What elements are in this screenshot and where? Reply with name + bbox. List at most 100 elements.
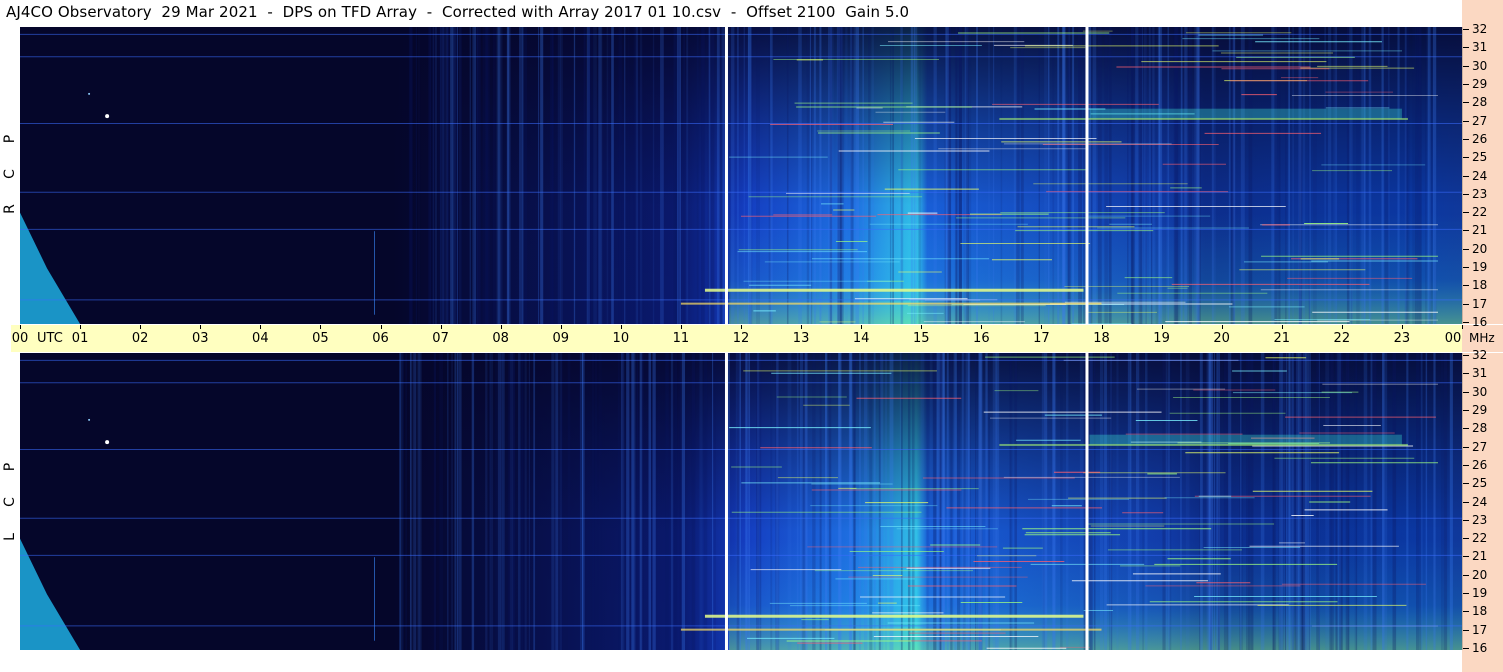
vertical-stripe [1429,27,1433,324]
vertical-stripe [696,27,699,324]
vertical-stripe [1174,27,1179,324]
vertical-stripe [551,353,555,650]
vertical-stripe [1233,27,1236,324]
vertical-stripe [926,353,929,650]
time-tick [1401,325,1403,329]
pol-letter: P [2,462,18,472]
frequency-tick [1463,501,1469,503]
vertical-stripe [611,27,614,324]
frequency-axis-lcp: 32 31 30 29 28 27 26 25 24 23 22 21 20 19 18 17 16 [1462,348,1503,655]
vertical-stripe [1271,27,1275,324]
frequency-tick-label: 30 [1472,58,1488,73]
time-tick-label: 07 [432,331,449,346]
vertical-stripe [1324,27,1326,324]
vertical-stripe [993,27,995,324]
vertical-stripe [813,27,816,324]
vertical-stripe [1180,27,1183,324]
vertical-stripe [953,353,957,650]
vertical-stripe [1038,27,1040,324]
vertical-stripe [677,27,680,324]
frequency-tick [1463,519,1469,521]
vertical-stripe [1104,353,1107,650]
frequency-tick [1463,65,1469,67]
time-tick-label: 23 [1393,331,1411,346]
frequency-tick-label: 32 [1472,348,1488,362]
frequency-tick-label: 26 [1472,131,1488,146]
time-tick [320,325,322,329]
vertical-stripe [1079,353,1084,650]
vertical-stripe [871,27,874,324]
bright-band-segment [704,614,1084,618]
frequency-tick [1463,47,1469,49]
frequency-tick [1463,138,1469,140]
vertical-stripe [1188,27,1192,324]
vertical-stripe [837,27,841,324]
vertical-stripe [675,27,677,324]
vertical-stripe [581,353,584,650]
frequency-tick [1463,373,1469,375]
vertical-stripe [627,27,630,324]
vertical-stripe [593,27,597,324]
vertical-stripe [528,353,530,650]
vertical-stripe [947,27,952,324]
time-tick-label: 15 [912,331,930,346]
vertical-stripe [1009,353,1012,650]
frequency-tick-label: 21 [1472,223,1488,238]
vertical-stripe [618,27,622,324]
vertical-stripe [583,27,586,324]
vertical-stripe [417,27,421,324]
vertical-stripe [703,353,708,650]
vertical-stripe [489,353,494,650]
vertical-stripe [519,27,523,324]
bright-band-segment [680,302,1102,305]
time-tick-label: 02 [131,331,149,346]
vertical-stripe [1335,27,1337,324]
vertical-stripe [745,353,748,650]
vertical-stripe [624,27,626,324]
vertical-stripe [900,27,904,324]
vertical-stripe [560,27,563,324]
vertical-stripe [681,353,686,650]
vertical-stripe [920,353,925,650]
vertical-stripe [1044,27,1048,324]
vertical-stripe [608,27,610,324]
sparkle [88,418,91,421]
vertical-stripe [555,353,559,650]
time-tick [620,325,622,329]
vertical-stripe [1228,27,1231,324]
pol-letter: C [2,169,18,179]
time-tick [1041,325,1043,329]
vertical-stripe [889,27,892,324]
vertical-stripe [1068,27,1070,324]
vertical-stripe [1104,27,1108,324]
vertical-stripe [739,353,741,650]
vertical-stripe [701,27,705,324]
vertical-stripe [711,353,714,650]
vertical-stripe [737,27,739,324]
vertical-stripe [648,353,652,650]
upper-emission-patch [1089,108,1402,119]
upper-emission-patch [1089,434,1402,445]
vertical-stripe [598,27,602,324]
time-tick [921,325,923,329]
vertical-stripe [471,353,475,650]
vertical-stripe [962,353,966,650]
vertical-stripe [1162,27,1167,324]
time-tick-label: 00 [11,331,29,346]
time-tick [1281,325,1283,329]
vertical-stripe [660,27,664,324]
vertical-stripe [747,27,752,324]
vertical-stripe [979,353,983,650]
time-tick [560,325,562,329]
vertical-stripe [810,27,813,324]
vertical-stripe [716,27,720,324]
vertical-stripe [598,353,602,650]
vertical-stripe [618,353,620,650]
vertical-stripe [433,27,435,324]
frequency-tick-label: 22 [1472,205,1488,220]
vertical-stripe [1093,353,1096,650]
frequency-tick [1463,193,1469,195]
time-tick [1101,325,1103,329]
vertical-stripe [456,353,459,650]
vertical-stripe [1145,27,1147,324]
